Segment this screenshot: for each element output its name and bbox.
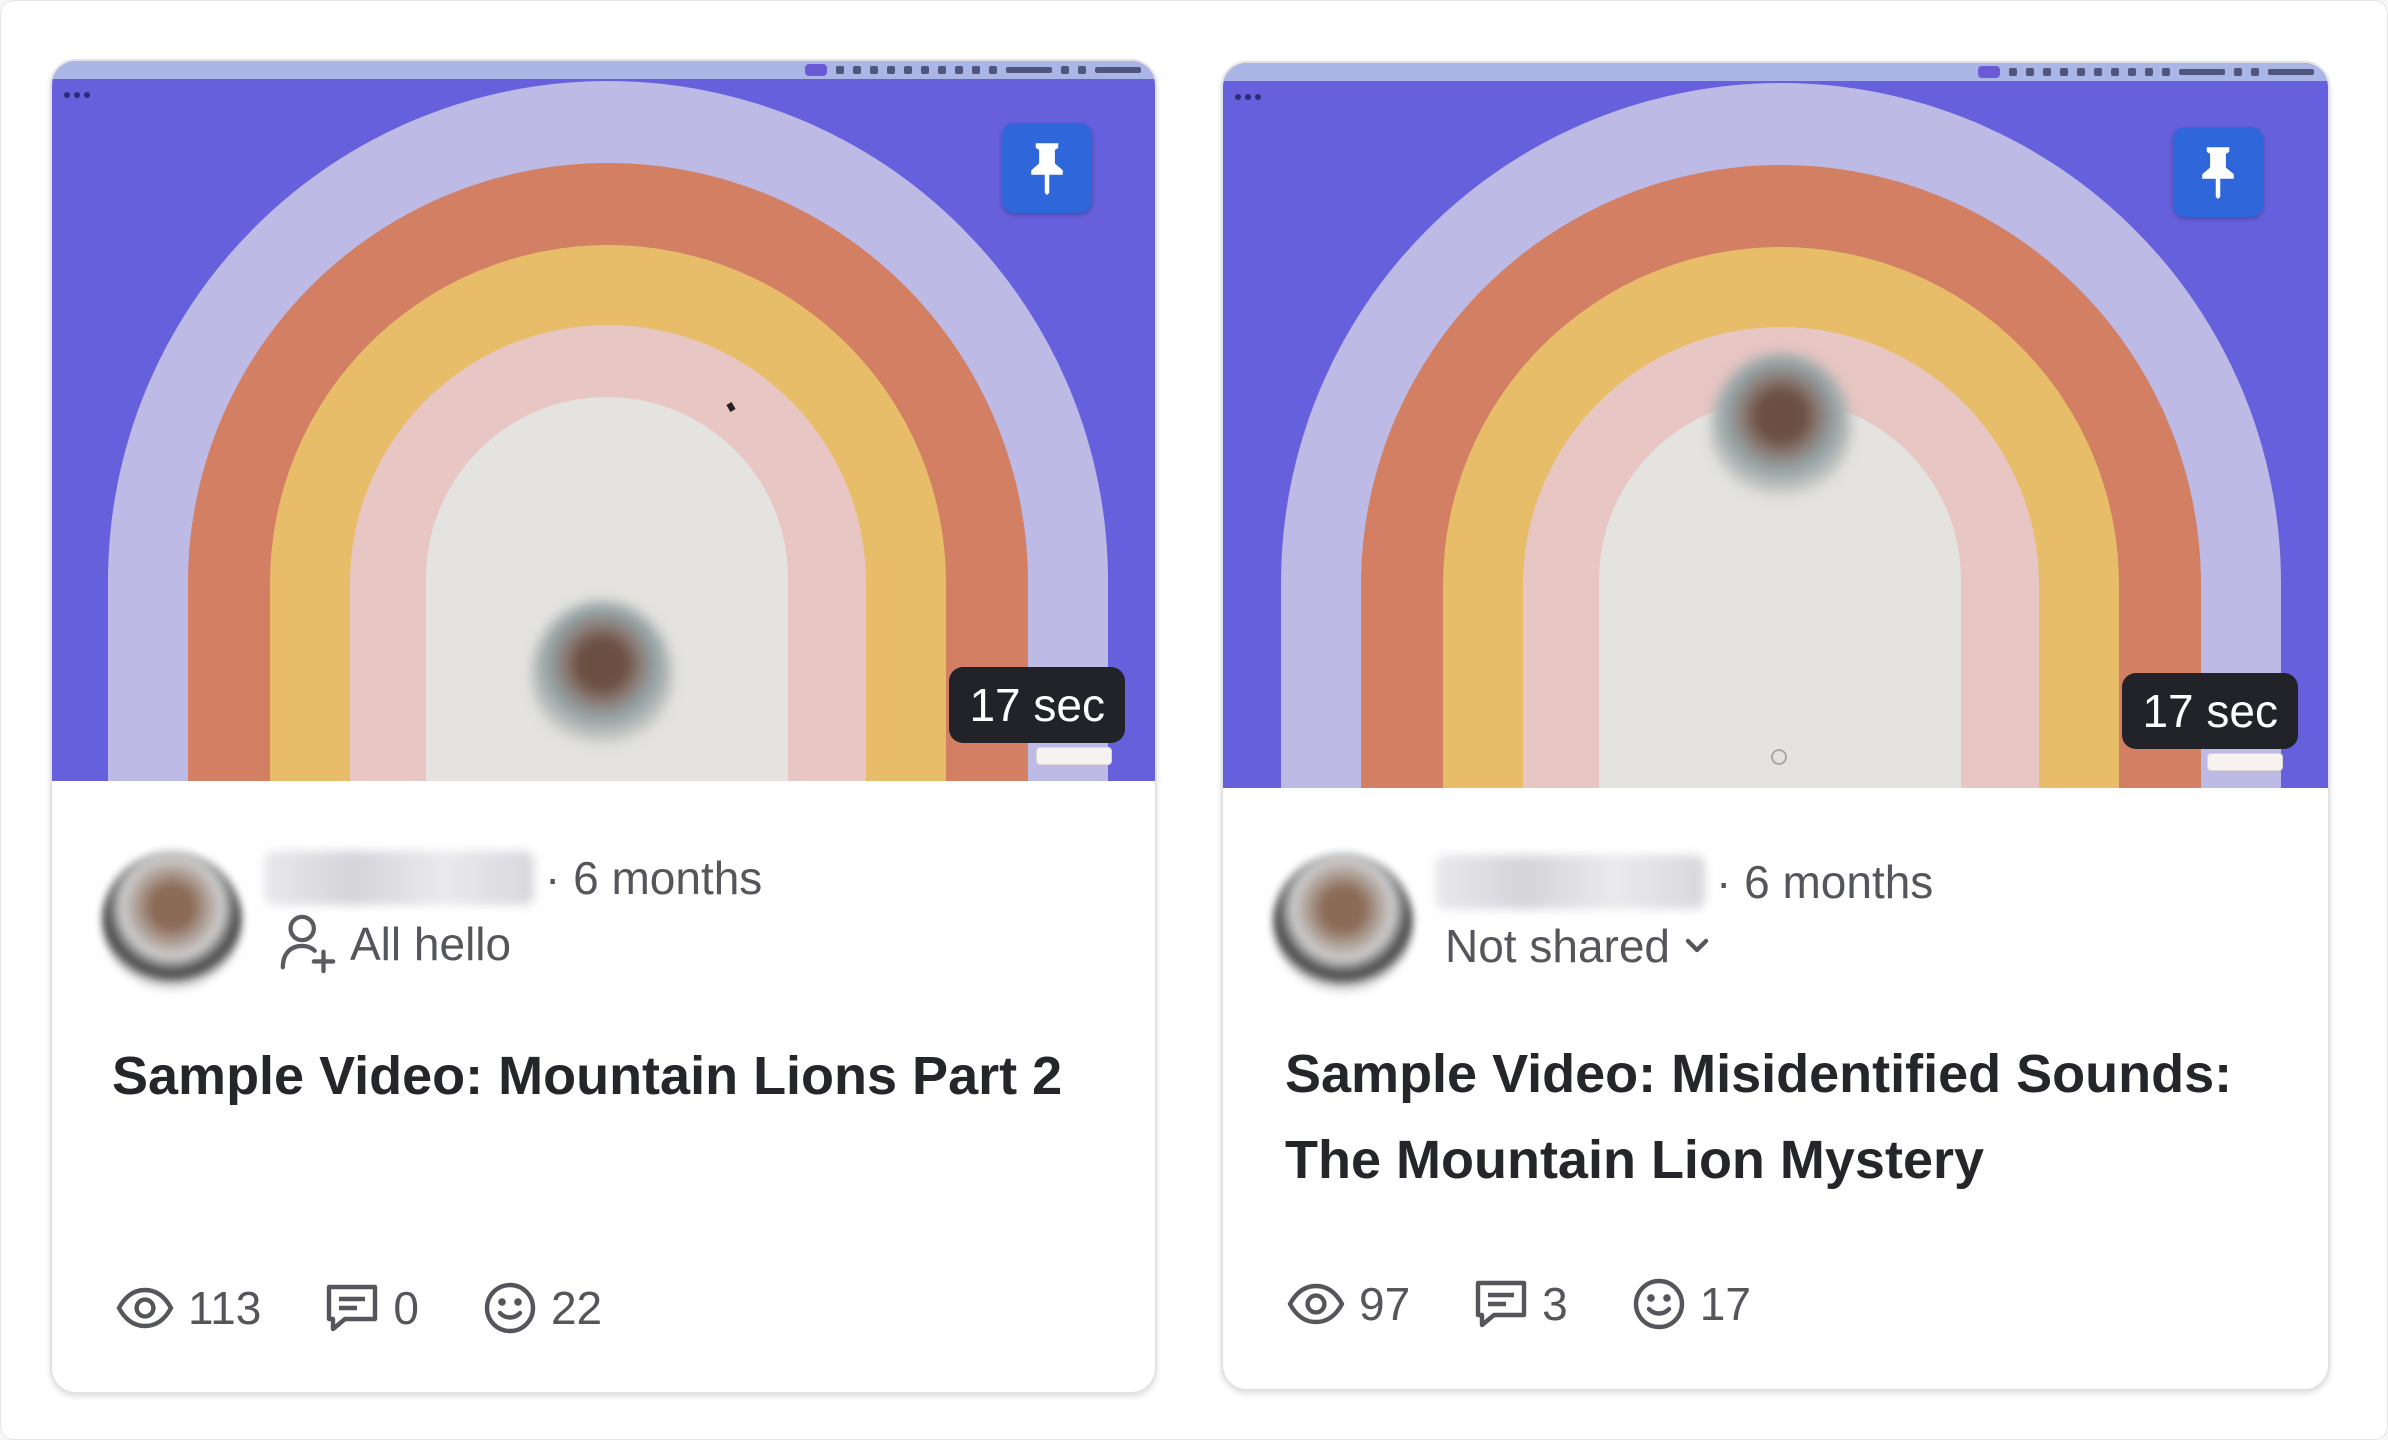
pin-button[interactable] [1002,123,1092,213]
reactions-count: 17 [1699,1278,1751,1330]
pin-button[interactable] [2173,127,2263,217]
video-title-line-2: The Mountain Lion Mystery [1285,1130,1985,1190]
video-age: · 6 months [545,852,763,904]
views-count: 113 [188,1282,262,1334]
comment-icon [1475,1280,1527,1328]
author-name-blurred[interactable] [264,851,534,905]
avatar[interactable] [102,851,242,991]
share-dropdown[interactable]: Not shared [1445,919,1712,973]
smiley-icon [484,1282,536,1334]
pin-icon [1031,143,1063,195]
duration-badge: 17 sec [2122,673,2298,749]
video-thumbnail[interactable]: 17 sec [52,61,1155,781]
smiley-icon [1633,1278,1684,1330]
comments-count: 0 [393,1282,419,1334]
video-stats: 97 3 17 [1287,1277,1815,1331]
comments-stat[interactable]: 3 [1474,1277,1568,1331]
duration-badge: 17 sec [949,667,1125,743]
video-title-line-1: Sample Video: Misidentified Sounds: [1285,1044,2233,1104]
author-name-blurred[interactable] [1435,855,1705,909]
comments-count: 3 [1542,1278,1568,1330]
reactions-count: 22 [550,1282,603,1334]
video-library-panel: 17 sec · 6 months All hello Sample Video… [0,0,2388,1440]
share-status-label: Not shared [1445,920,1671,972]
pin-icon [2202,147,2234,199]
video-card[interactable]: 17 sec · 6 months Not shared Sample Vide… [1221,61,2330,1391]
share-status-label: All hello [350,918,512,970]
video-card[interactable]: 17 sec · 6 months All hello Sample Video… [50,59,1157,1394]
comment-icon [327,1284,378,1332]
views-stat: 113 [116,1281,261,1335]
person-add-icon [280,914,336,974]
thumbnail-menubar [52,61,1155,79]
video-thumbnail[interactable]: 17 sec [1223,63,2328,788]
presenter-camera-bubble [1711,353,1851,503]
reactions-stat[interactable]: 22 [483,1281,602,1335]
share-status[interactable]: All hello [278,913,511,975]
presenter-camera-bubble [532,601,672,751]
comments-stat[interactable]: 0 [325,1281,419,1335]
video-age: · 6 months [1716,856,1934,908]
thumbnail-menubar [1223,63,2328,81]
video-title[interactable]: Sample Video: Mountain Lions Part 2 [112,1033,1122,1119]
avatar[interactable] [1273,853,1413,993]
reactions-stat[interactable]: 17 [1632,1277,1751,1331]
views-stat: 97 [1287,1277,1410,1331]
video-stats: 113 0 22 [116,1281,666,1335]
eye-icon [1287,1283,1345,1325]
chevron-down-icon [1685,938,1709,953]
views-count: 97 [1359,1278,1411,1330]
eye-icon [116,1287,174,1329]
video-title[interactable]: Sample Video: Misidentified Sounds: The … [1285,1031,2305,1203]
